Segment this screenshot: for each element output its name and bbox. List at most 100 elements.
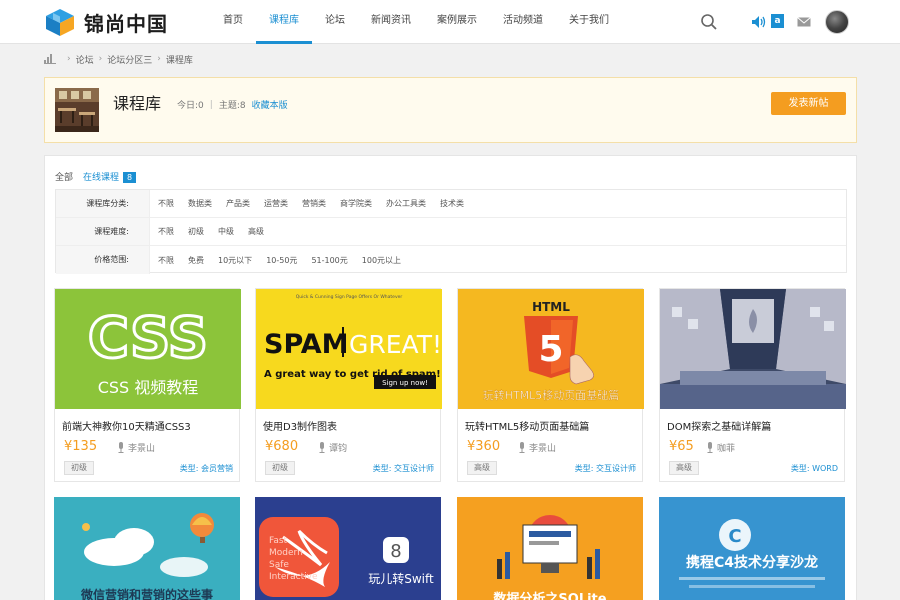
filter-option[interactable]: 100元以上 [362, 255, 401, 266]
tab-all[interactable]: 全部 [55, 170, 73, 183]
filter-option[interactable]: 10-50元 [266, 255, 297, 266]
course-type[interactable]: 类型: 交互设计师 [575, 463, 636, 474]
filter-option[interactable]: 商学院类 [340, 198, 372, 209]
course-image[interactable]: CSS CSS 视频教程 [55, 289, 241, 409]
search-icon[interactable] [700, 13, 718, 31]
microphone-icon [118, 442, 124, 453]
great-word: GREAT! [349, 330, 442, 359]
course-image[interactable] [660, 289, 846, 409]
a-badge[interactable]: a [771, 14, 784, 28]
filter-option[interactable]: 技术类 [440, 198, 464, 209]
course-card-sqlite[interactable]: 数据分析之SQLite [457, 497, 643, 600]
breadcrumb-separator: › [67, 54, 71, 64]
filter-option[interactable]: 10元以下 [218, 255, 252, 266]
css-caption: CSS 视频教程 [98, 378, 199, 397]
top-header: 锦尚中国 首页 课程库 论坛 新闻资讯 案例展示 活动频道 关于我们 a [0, 0, 900, 44]
tab-online-count: 8 [123, 172, 137, 183]
html-label: HTML [532, 300, 570, 314]
filter-option[interactable]: 不限 [158, 198, 174, 209]
css-cover-art: CSS CSS 视频教程 [55, 289, 241, 409]
filter-options: 不限 初级 中级 高级 [150, 226, 278, 237]
swift-cover-art: Fast Modern Safe Interactive 8 玩儿转Swift [255, 497, 441, 600]
breadcrumb-forum[interactable]: 论坛 [76, 53, 94, 66]
course-type[interactable]: 类型: 会员营销 [180, 463, 233, 474]
course-teacher: 李景山 [128, 444, 156, 454]
home-bars-icon[interactable] [44, 54, 56, 64]
css-big-text: CSS [88, 306, 208, 371]
course-title[interactable]: 使用D3制作图表 [263, 418, 337, 433]
spam-signup-button: Sign up now! [382, 379, 428, 387]
course-image[interactable]: HTML 5 玩转HTML5移动页面基础篇 [458, 289, 644, 409]
course-level-badge: 初级 [64, 461, 94, 475]
filter-option[interactable]: 中级 [218, 226, 234, 237]
course-title[interactable]: 前端大神教你10天精通CSS3 [62, 418, 191, 433]
course-card-dom[interactable]: DOM探索之基础详解篇 ¥65 咖菲 高级 类型: WORD [659, 288, 846, 482]
filter-label: 课程库分类: [56, 190, 150, 217]
filter-option[interactable]: 办公工具类 [386, 198, 426, 209]
forum-title: 课程库 [113, 94, 162, 113]
course-teacher: 谭钧 [329, 444, 348, 454]
dom-cover-art [660, 289, 846, 409]
swift-word-interactive: Interactive [269, 572, 318, 582]
course-image[interactable]: Quick & Cunning Sign Page Offers Or What… [256, 289, 442, 409]
breadcrumb-current: 课程库 [165, 55, 193, 66]
microphone-icon [707, 442, 713, 453]
site-logo[interactable]: 锦尚中国 [42, 7, 168, 37]
swift-word-modern: Modern [269, 548, 303, 558]
filter-option[interactable]: 初级 [188, 226, 204, 237]
logo-text: 锦尚中国 [84, 11, 168, 36]
topic-count: 主题:8 [218, 101, 246, 111]
course-title[interactable]: DOM探索之基础详解篇 [667, 418, 771, 433]
nav-forum[interactable]: 论坛 [312, 0, 358, 44]
nav-home[interactable]: 首页 [210, 0, 256, 44]
filter-option[interactable]: 不限 [158, 255, 174, 266]
filter-option[interactable]: 数据类 [188, 198, 212, 209]
swift-word-safe: Safe [269, 560, 289, 570]
filter-option[interactable]: 免费 [188, 255, 204, 266]
course-card-ctrip[interactable]: C 携程C4技术分享沙龙 [659, 497, 845, 600]
html5-cover-art: HTML 5 玩转HTML5移动页面基础篇 [458, 289, 644, 409]
logo-cube-icon [46, 9, 74, 36]
filter-option[interactable]: 不限 [158, 226, 174, 237]
breadcrumb-section[interactable]: 论坛分区三 [107, 53, 152, 66]
course-card-html5[interactable]: HTML 5 玩转HTML5移动页面基础篇 玩转HTML5移动页面基础篇 ¥36… [457, 288, 644, 482]
nav-news[interactable]: 新闻资讯 [358, 0, 424, 44]
filter-option[interactable]: 运营类 [264, 198, 288, 209]
filter-label: 价格范围: [56, 246, 150, 274]
nav-course-library[interactable]: 课程库 [256, 0, 312, 44]
tab-online-courses[interactable]: 在线课程 8 [83, 170, 137, 183]
microphone-icon [319, 442, 325, 453]
filter-option[interactable]: 产品类 [226, 198, 250, 209]
filter-option[interactable]: 高级 [248, 226, 264, 237]
breadcrumb: › 论坛 › 论坛分区三 › 课程库 [44, 52, 193, 66]
filter-option[interactable]: 51-100元 [311, 255, 347, 266]
user-avatar[interactable] [825, 10, 849, 34]
course-card-css3[interactable]: CSS CSS 视频教程 前端大神教你10天精通CSS3 ¥135 李景山 初级… [54, 288, 241, 482]
course-title[interactable]: 玩转HTML5移动页面基础篇 [465, 418, 589, 433]
course-price: ¥65 [669, 439, 694, 454]
course-type[interactable]: 类型: WORD [791, 463, 838, 474]
favorite-forum-link[interactable]: 收藏本版 [252, 98, 288, 111]
nav-about[interactable]: 关于我们 [556, 0, 622, 44]
speaker-icon[interactable] [751, 15, 767, 29]
course-level-badge: 高级 [467, 461, 497, 475]
course-type[interactable]: 类型: 交互设计师 [373, 463, 434, 474]
course-level-badge: 高级 [669, 461, 699, 475]
course-level-badge: 初级 [265, 461, 295, 475]
html5-number: 5 [538, 329, 563, 370]
mail-icon[interactable] [797, 17, 811, 27]
nav-cases[interactable]: 案例展示 [424, 0, 490, 44]
filter-row-difficulty: 课程难度: 不限 初级 中级 高级 [56, 218, 846, 246]
filter-label: 课程难度: [56, 218, 150, 245]
course-card-wechat[interactable]: 微信营销和营销的这些事 [54, 497, 240, 600]
ios8-glyph: 8 [390, 541, 401, 562]
course-card-d3[interactable]: Quick & Cunning Sign Page Offers Or What… [255, 288, 442, 482]
filter-option[interactable]: 营销类 [302, 198, 326, 209]
course-tabs: 全部 在线课程 8 [55, 170, 146, 183]
nav-events[interactable]: 活动频道 [490, 0, 556, 44]
main-nav: 首页 课程库 论坛 新闻资讯 案例展示 活动频道 关于我们 [210, 0, 622, 44]
course-card-swift[interactable]: Fast Modern Safe Interactive 8 玩儿转Swift [255, 497, 441, 600]
filter-table: 课程库分类: 不限 数据类 产品类 运营类 营销类 商学院类 办公工具类 技术类… [55, 189, 847, 274]
new-post-button[interactable]: 发表新帖 [771, 92, 846, 115]
ctrip-cover-art: C 携程C4技术分享沙龙 [659, 497, 845, 600]
